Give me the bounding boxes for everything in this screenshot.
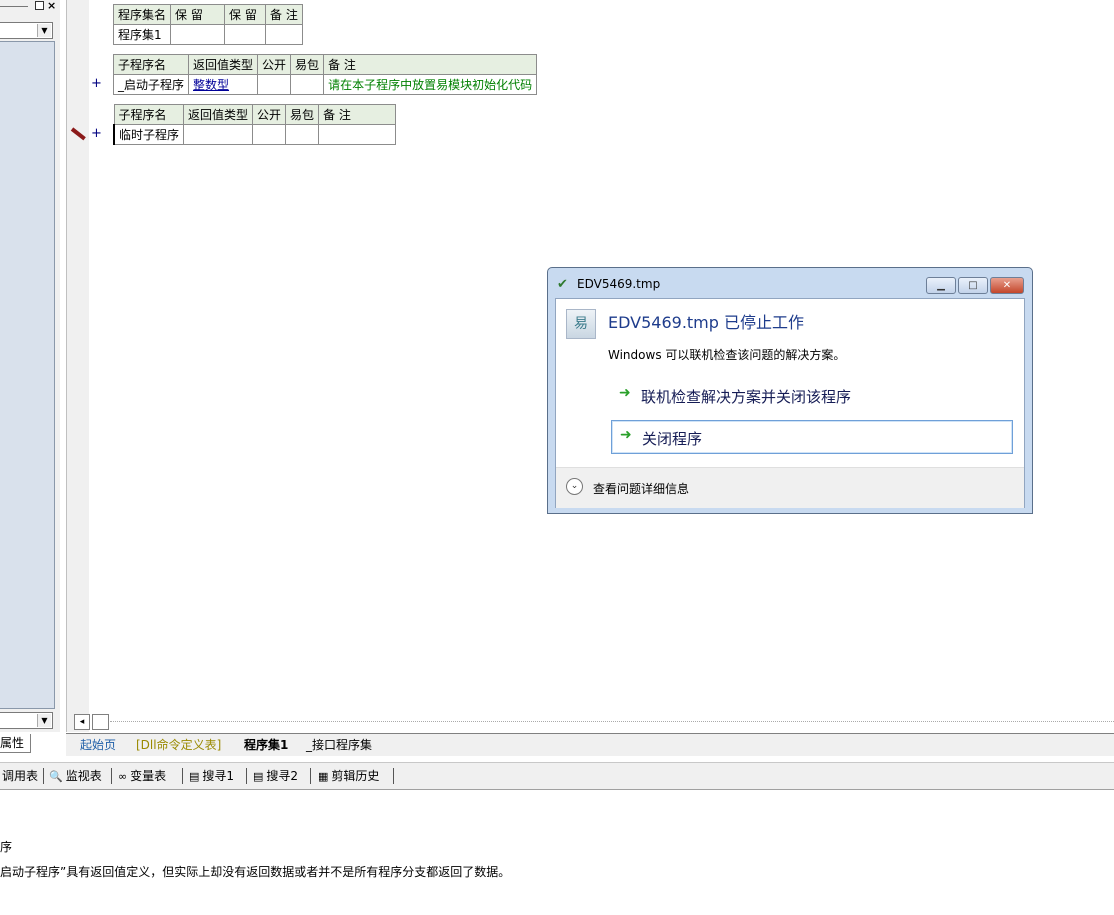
scroll-track[interactable] [110,721,1114,723]
table-header-cell[interactable]: 子程序名 [112,54,190,75]
search1-label: 搜寻1 [202,769,235,783]
close-button[interactable]: ✕ [990,277,1024,294]
scroll-thumb[interactable] [92,714,109,730]
green-arrow-icon: ➜ [619,385,631,401]
dialog-heading: EDV5469.tmp 已停止工作 [608,313,805,332]
output-line: 序 [0,840,13,854]
table-cell[interactable] [170,24,226,45]
subroutine-table: 子程序名 返回值类型 公开 易包 备 注 临时子程序 [113,104,397,145]
variable-table-button[interactable]: ∞ 变量表 [118,767,166,785]
assembly-table: 程序集名 保 留 保 留 备 注 程序集1 [112,4,303,45]
table-header-cell[interactable]: 易包 [290,54,325,75]
maximize-button[interactable]: □ [958,277,988,294]
table-header-cell[interactable]: 易包 [285,104,320,125]
return-type[interactable]: 整数型 [188,74,259,95]
table-cell[interactable] [224,24,267,45]
variable-table-label: 变量表 [130,769,167,783]
expand-details-icon[interactable]: ⌄ [566,478,583,495]
table-cell[interactable] [265,24,303,45]
clip-history-label: 剪辑历史 [331,769,380,783]
dialog-subtext: Windows 可以联机检查该问题的解决方案。 [608,348,846,362]
table-header-cell[interactable]: 公开 [257,54,292,75]
editor-gutter [66,0,89,732]
search2-button[interactable]: ▤ 搜寻2 [253,767,298,785]
watch-table-button[interactable]: 🔍 监视表 [49,767,102,785]
tab-properties[interactable]: 属性 [0,734,32,753]
table-cell[interactable] [257,74,292,95]
toolbar-divider [393,768,394,784]
search1-button[interactable]: ▤ 搜寻1 [189,767,234,785]
magnifier-icon: 🔍 [49,770,63,783]
glasses-icon: ∞ [118,770,128,783]
table-header-cell[interactable]: 程序集名 [112,4,172,25]
remark[interactable]: 请在本子程序中放置易模块初始化代码 [323,74,538,95]
panel-list[interactable] [0,41,55,709]
return-type[interactable] [183,124,254,145]
check-online-label: 联机检查解决方案并关闭该程序 [641,388,852,406]
error-dialog: ✔ EDV5469.tmp ▁ □ ✕ 易 EDV5469.tmp 已停止工作 … [547,267,1033,514]
table-cell[interactable] [285,124,320,145]
call-table-label: 调用表 [2,769,39,783]
chevron-down-icon[interactable]: ▼ [37,24,51,37]
pin-icon[interactable] [35,1,44,10]
search-doc-icon: ▤ [253,770,264,783]
table-header-cell[interactable]: 返回值类型 [188,54,259,75]
toolbar-divider [246,768,247,784]
panel-combo-top[interactable]: ▼ [0,22,53,39]
table-cell[interactable] [252,124,287,145]
panel-combo-bottom[interactable]: ▼ [0,712,53,729]
close-program-label: 关闭程序 [642,430,703,448]
clip-history-button[interactable]: ▦ 剪辑历史 [318,767,379,785]
subroutine-name[interactable]: 临时子程序 [113,124,185,145]
table-header-cell[interactable]: 保 留 [224,4,267,25]
toolbar-divider [43,768,44,784]
table-header-cell[interactable]: 备 注 [265,4,303,25]
subroutine-name[interactable]: _启动子程序 [112,74,190,95]
scroll-left-icon[interactable]: ◂ [74,714,90,730]
minimize-button[interactable]: ▁ [926,277,956,294]
table-cell[interactable]: 程序集1 [112,24,172,45]
watch-table-label: 监视表 [65,769,102,783]
dialog-footer: ⌄ 查看问题详细信息 [556,467,1024,508]
subroutine-table: 子程序名 返回值类型 公开 易包 备 注 _启动子程序 整数型 请在本子程序中放… [112,54,538,95]
expand-plus-icon[interactable]: + [91,126,102,141]
view-details-link[interactable]: 查看问题详细信息 [593,480,689,497]
table-cell[interactable] [290,74,325,95]
table-header-cell[interactable]: 公开 [252,104,287,125]
output-line: 启动子程序”具有返回值定义，但实际上却没有返回数据或者并不是所有程序分支都返回了… [0,865,511,879]
tab-start-page[interactable]: 起始页 [80,736,116,754]
horizontal-scrollbar[interactable]: ◂ [74,714,1114,730]
dialog-body: 易 EDV5469.tmp 已停止工作 Windows 可以联机检查该问题的解决… [555,298,1025,508]
tab-assembly1[interactable]: 程序集1 [244,736,288,754]
search-doc-icon: ▤ [189,770,200,783]
panel-title-line [0,6,28,7]
table-header-cell[interactable]: 备 注 [318,104,397,125]
document-tab-bar: 起始页 [Dll命令定义表] 程序集1 _接口程序集 [66,733,1114,756]
toolbar-divider [310,768,311,784]
bottom-toolbar: 调用表 🔍 监视表 ∞ 变量表 ▤ 搜寻1 ▤ 搜寻2 ▦ 剪辑历史 [0,762,1114,790]
close-program-option[interactable]: ➜ 关闭程序 [611,420,1013,454]
tab-interface-assembly[interactable]: _接口程序集 [306,736,372,754]
left-dock-panel: × ▼ ▼ [0,0,60,732]
output-panel[interactable]: 序 启动子程序”具有返回值定义，但实际上却没有返回数据或者并不是所有程序分支都返… [0,790,1114,915]
table-header-cell[interactable]: 备 注 [323,54,538,75]
app-check-icon: ✔ [557,277,568,292]
call-table-button[interactable]: 调用表 [2,767,38,785]
green-arrow-icon: ➜ [620,427,632,443]
toolbar-divider [111,768,112,784]
remark[interactable] [318,124,397,145]
expand-plus-icon[interactable]: + [91,76,102,91]
check-online-option[interactable]: ➜ 联机检查解决方案并关闭该程序 [611,379,1013,413]
table-header-cell[interactable]: 保 留 [170,4,226,25]
toolbar-divider [182,768,183,784]
table-header-cell[interactable]: 返回值类型 [183,104,254,125]
chevron-down-icon[interactable]: ▼ [37,714,51,727]
close-icon[interactable]: × [47,0,56,12]
clipboard-icon: ▦ [318,770,329,783]
table-header-cell[interactable]: 子程序名 [113,104,185,125]
tab-dll-commands[interactable]: [Dll命令定义表] [136,736,221,754]
dialog-title: EDV5469.tmp [577,277,661,291]
search2-label: 搜寻2 [266,769,299,783]
app-icon: 易 [566,309,596,339]
